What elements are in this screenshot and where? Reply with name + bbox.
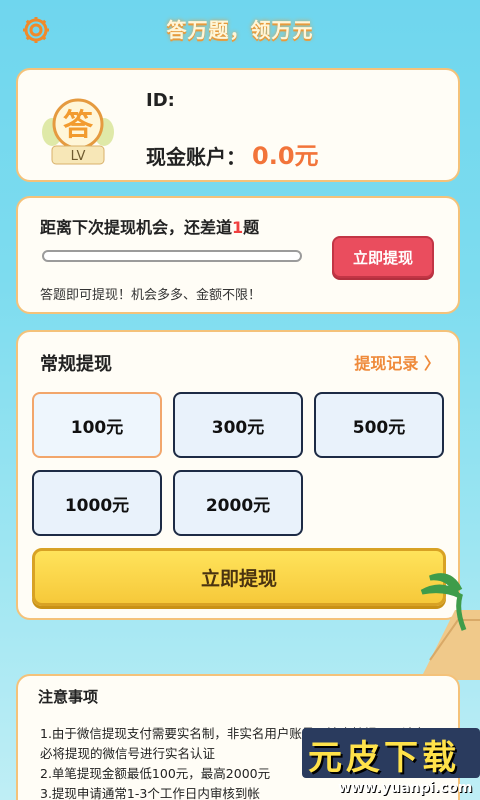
- beach-scenery-illustration: [420, 573, 480, 680]
- progress-hint: 答题即可提现！机会多多、金额不限！: [40, 288, 262, 303]
- level-badge: LV: [71, 149, 86, 164]
- amount-option-500[interactable]: 500元: [314, 392, 444, 458]
- progress-card: 距离下次提现机会，还差道1题 答题即可提现！机会多多、金额不限！ 立即提现: [16, 196, 460, 314]
- account-card: 答 LV ID: 现金账户： 0.0元: [16, 68, 460, 182]
- amount-option-300[interactable]: 300元: [173, 392, 303, 458]
- withdraw-title: 常规提现: [40, 354, 112, 375]
- progress-text-before: 距离下次提现机会，还差道: [40, 218, 233, 237]
- watermark-text: 元皮下载: [308, 738, 460, 778]
- progress-text-after: 题: [243, 218, 260, 237]
- avatar-char: 答: [63, 108, 94, 143]
- withdraw-record-link[interactable]: 提现记录 〉: [354, 350, 440, 374]
- amount-option-100[interactable]: 100元: [32, 392, 162, 458]
- progress-bar: [42, 250, 302, 262]
- cash-label: 现金账户：: [146, 145, 246, 169]
- user-id-label: ID:: [146, 90, 175, 111]
- progress-text: 距离下次提现机会，还差道1题: [40, 214, 259, 238]
- avatar: 答 LV: [42, 98, 114, 165]
- notes-title: 注意事项: [38, 688, 99, 706]
- site-watermark: 元皮下载 www.yuanpi.com: [302, 724, 480, 800]
- watermark-url: www.yuanpi.com: [338, 780, 473, 796]
- amount-option-1000[interactable]: 1000元: [32, 470, 162, 536]
- top-bar: 答万题，领万元: [0, 0, 480, 60]
- cash-value: 0.0元: [252, 142, 319, 170]
- amount-option-2000[interactable]: 2000元: [173, 470, 303, 536]
- cash-account-row: 现金账户： 0.0元: [146, 136, 319, 171]
- withdraw-now-button[interactable]: 立即提现: [332, 236, 434, 278]
- remaining-count: 1: [232, 218, 244, 237]
- page-title: 答万题，领万元: [166, 18, 314, 42]
